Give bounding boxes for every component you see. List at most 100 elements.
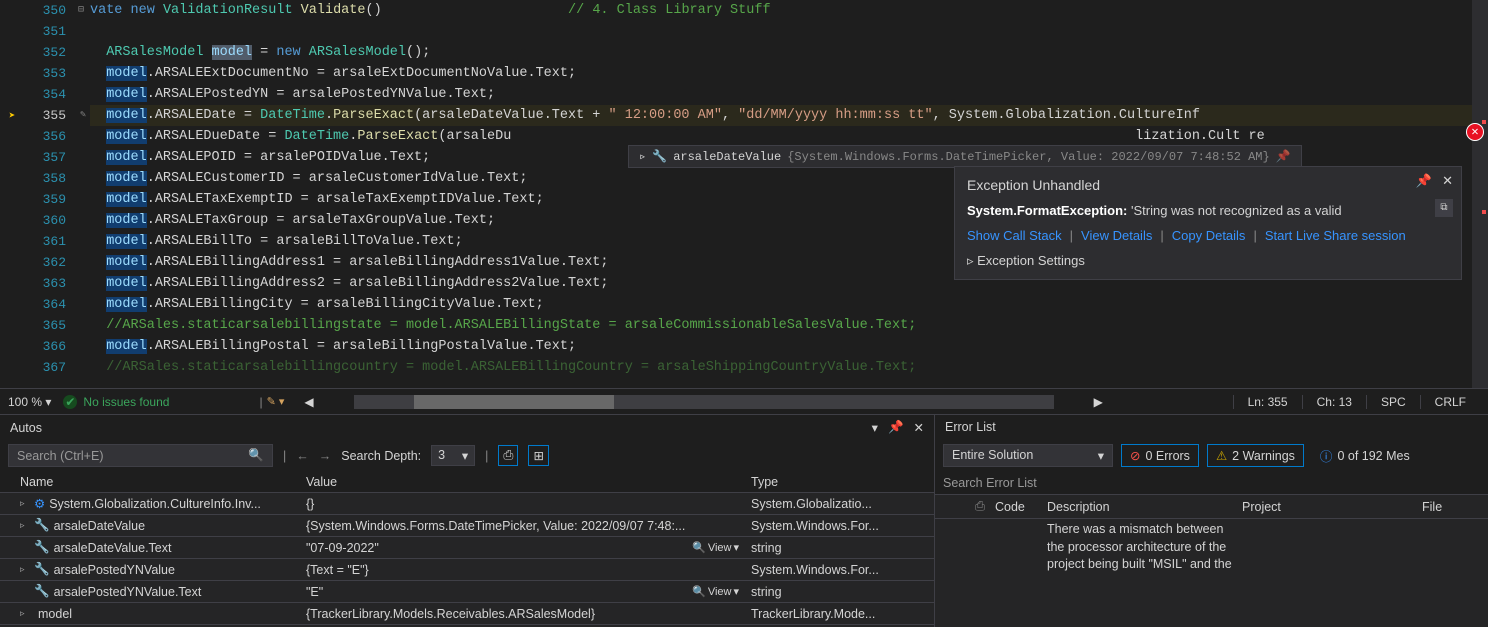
hscroll-right[interactable]: ▶ xyxy=(1094,395,1103,409)
column-icon[interactable]: ⎙ xyxy=(975,499,995,514)
error-list-panel: Error List Entire Solution▾ ⊘ 0 Errors ⚠… xyxy=(935,415,1488,627)
nav-forward-icon[interactable]: → xyxy=(319,449,332,463)
view-button[interactable]: 🔍 View ▾ xyxy=(692,585,739,598)
close-icon[interactable]: ✕ xyxy=(914,420,924,435)
var-type: string xyxy=(745,585,934,599)
autos-row[interactable]: ▹ ⚙ System.Globalization.CultureInfo.Inv.… xyxy=(0,493,934,515)
live-share-link[interactable]: Start Live Share session xyxy=(1265,228,1406,243)
wrench-icon: 🔧 xyxy=(652,149,667,164)
zoom-level[interactable]: 100 % ▾ xyxy=(8,395,51,409)
copy-icon[interactable]: ⧉ xyxy=(1435,199,1453,217)
search-depth-label: Search Depth: xyxy=(341,449,421,463)
exception-message: System.FormatException: 'String was not … xyxy=(967,203,1449,218)
fold-column[interactable]: ⊟ ✎ xyxy=(72,0,90,388)
var-type: TrackerLibrary.Mode... xyxy=(745,607,934,621)
col-header-type[interactable]: Type xyxy=(745,475,934,489)
line-ending[interactable]: CRLF xyxy=(1420,395,1480,409)
errors-filter-button[interactable]: ⊘ 0 Errors xyxy=(1121,444,1199,467)
var-type: System.Globalizatio... xyxy=(745,497,934,511)
editor-status-bar: 100 % ▾ ✔ No issues found | ✎ ▾ ◀ ▶ Ln: … xyxy=(0,388,1488,414)
issues-indicator[interactable]: ✔ No issues found xyxy=(63,395,169,409)
info-icon: ⓘ xyxy=(1320,446,1333,465)
vertical-scrollbar[interactable] xyxy=(1472,0,1488,388)
search-icon: 🔍 xyxy=(692,541,706,554)
view-button[interactable]: 🔍 View ▾ xyxy=(692,541,739,554)
var-name: model xyxy=(38,607,72,621)
autos-search-input[interactable]: Search (Ctrl+E) 🔍 xyxy=(8,444,273,467)
current-line-arrow: ➤ xyxy=(0,105,24,126)
line-numbers: 350 351 352 353 354 355 356 357 358 359 … xyxy=(24,0,72,388)
close-icon[interactable]: ✕ xyxy=(1442,173,1453,189)
pin-icon[interactable]: 📌 xyxy=(888,420,904,435)
col-header-description[interactable]: Description xyxy=(1047,500,1242,514)
scope-filter-select[interactable]: Entire Solution▾ xyxy=(943,444,1113,467)
col-header-code[interactable]: Code xyxy=(995,500,1047,514)
view-details-link[interactable]: View Details xyxy=(1081,228,1152,243)
exception-helper: 📌 ✕ ⧉ Exception Unhandled System.FormatE… xyxy=(954,166,1462,280)
var-name: arsalePostedYNValue.Text xyxy=(54,585,202,599)
warnings-filter-button[interactable]: ⚠ 2 Warnings xyxy=(1207,444,1304,467)
toolbar-btn-1[interactable]: ⎙ xyxy=(498,445,518,466)
nav-back-icon[interactable]: ← xyxy=(296,449,309,463)
cursor-line[interactable]: Ln: 355 xyxy=(1233,395,1302,409)
show-call-stack-link[interactable]: Show Call Stack xyxy=(967,228,1062,243)
var-name: arsalePostedYNValue xyxy=(54,563,175,577)
exception-stop-icon[interactable]: ✕ xyxy=(1466,123,1484,141)
debug-datatip[interactable]: ▹ 🔧 arsaleDateValue {System.Windows.Form… xyxy=(628,145,1302,168)
margin-icons: ➤ xyxy=(0,0,24,388)
col-header-value[interactable]: Value xyxy=(300,475,745,489)
dropdown-icon[interactable]: ▾ xyxy=(872,420,878,435)
autos-row[interactable]: ▹ model {TrackerLibrary.Models.Receivable… xyxy=(0,603,934,625)
autos-title: Autos xyxy=(10,421,42,435)
autos-panel: Autos ▾ 📌 ✕ Search (Ctrl+E) 🔍 | ← → Sear… xyxy=(0,415,935,627)
var-value: {} xyxy=(306,497,314,511)
toolbar-btn-2[interactable]: ⊞ xyxy=(528,445,548,466)
var-name: arsaleDateValue xyxy=(54,519,146,533)
autos-table: Name Value Type ▹ ⚙ System.Globalization.… xyxy=(0,471,934,627)
exception-title: Exception Unhandled xyxy=(967,177,1449,193)
horizontal-scrollbar[interactable] xyxy=(354,395,1054,409)
autos-row[interactable]: ▹🔧 arsalePostedYNValue{Text = "E"}System… xyxy=(0,559,934,581)
var-value: {System.Windows.Forms.DateTimePicker, Va… xyxy=(306,519,685,533)
error-search-input[interactable]: Search Error List xyxy=(935,472,1488,495)
col-header-file[interactable]: File xyxy=(1422,500,1488,514)
expand-icon[interactable]: ▹ xyxy=(20,498,30,509)
indent-mode[interactable]: SPC xyxy=(1366,395,1420,409)
autos-row[interactable]: ▹🔧 arsaleDateValue{System.Windows.Forms.… xyxy=(0,515,934,537)
brush-icon[interactable]: ✎ ▾ xyxy=(267,395,285,408)
wrench-icon: ⚙ xyxy=(34,496,45,511)
error-list-title: Error List xyxy=(945,420,996,434)
search-icon[interactable]: 🔍 xyxy=(248,448,264,463)
autos-row[interactable]: 🔧 arsalePostedYNValue.Text"E"🔍 View ▾str… xyxy=(0,581,934,603)
var-value: "07-09-2022" xyxy=(306,541,379,555)
hscroll-left[interactable]: ◀ xyxy=(304,395,313,409)
var-type: string xyxy=(745,541,934,555)
col-header-project[interactable]: Project xyxy=(1242,500,1422,514)
var-name: System.Globalization.CultureInfo.Inv... xyxy=(49,497,261,511)
search-icon: 🔍 xyxy=(692,585,706,598)
pin-icon[interactable]: 📌 xyxy=(1276,149,1291,164)
cursor-col[interactable]: Ch: 13 xyxy=(1302,395,1366,409)
warning-icon: ⚠ xyxy=(1216,448,1227,463)
quick-action-icon[interactable]: ✎ xyxy=(76,105,90,126)
copy-details-link[interactable]: Copy Details xyxy=(1172,228,1246,243)
pin-icon[interactable]: 📌 xyxy=(1416,173,1432,189)
messages-filter-button[interactable]: ⓘ 0 of 192 Mes xyxy=(1312,443,1418,468)
search-depth-select[interactable]: 3▾ xyxy=(431,445,475,466)
var-type: System.Windows.For... xyxy=(745,519,934,533)
col-header-name[interactable]: Name xyxy=(0,475,300,489)
error-list-row[interactable]: There was a mismatch between the process… xyxy=(935,519,1488,576)
autos-row[interactable]: 🔧 arsaleDateValue.Text"07-09-2022"🔍 View… xyxy=(0,537,934,559)
expand-icon[interactable]: ▹ xyxy=(20,608,30,619)
expand-icon[interactable]: ▹ xyxy=(639,149,646,164)
datatip-value: {System.Windows.Forms.DateTimePicker, Va… xyxy=(787,150,1269,164)
var-value: {Text = "E"} xyxy=(306,563,369,577)
wrench-icon: 🔧 xyxy=(34,584,50,599)
code-editor[interactable]: ➤ 350 351 352 353 354 355 356 357 358 35… xyxy=(0,0,1488,388)
wrench-icon: 🔧 xyxy=(34,540,50,555)
var-value: {TrackerLibrary.Models.Receivables.ARSal… xyxy=(306,607,595,621)
expand-icon[interactable]: ▹ xyxy=(20,564,30,575)
var-type: System.Windows.For... xyxy=(745,563,934,577)
exception-settings-expander[interactable]: ▹ Exception Settings xyxy=(967,253,1449,269)
expand-icon[interactable]: ▹ xyxy=(20,520,30,531)
